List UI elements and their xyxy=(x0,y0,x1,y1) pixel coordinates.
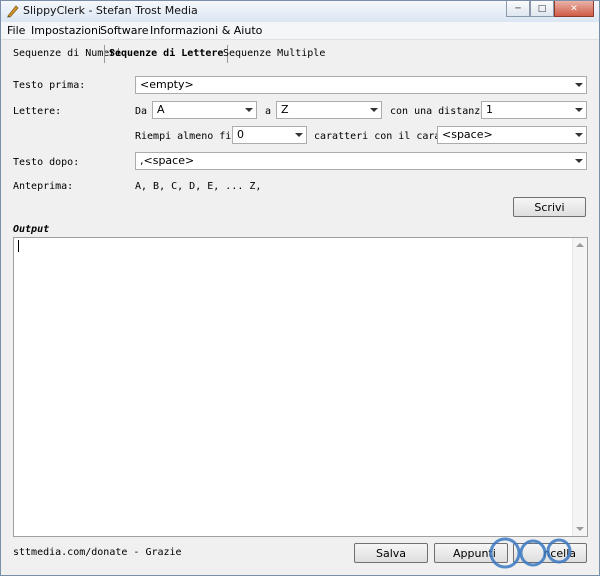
anteprima-value: A, B, C, D, E, ... Z, xyxy=(135,181,262,192)
chevron-down-icon xyxy=(370,108,378,112)
chevron-down-icon xyxy=(245,108,253,112)
carattere-select[interactable]: <space> xyxy=(437,126,587,144)
text-caret xyxy=(18,240,19,252)
app-window: SlippyClerk - Stefan Trost Media ─ □ ✕ F… xyxy=(0,0,600,576)
scroll-up-icon[interactable] xyxy=(576,243,584,247)
anteprima-label: Anteprima: xyxy=(13,181,74,192)
a-value: Z xyxy=(281,103,289,116)
tab-sequenze-multiple[interactable]: Sequenze Multiple xyxy=(219,45,329,63)
salva-button[interactable]: Salva xyxy=(354,543,428,563)
app-logo-icon xyxy=(7,5,19,18)
window-title: SlippyClerk - Stefan Trost Media xyxy=(23,4,198,17)
donate-text[interactable]: sttmedia.com/donate - Grazie xyxy=(13,547,182,558)
chevron-down-icon xyxy=(575,83,583,87)
watermark-graphic xyxy=(489,537,572,569)
output-textarea[interactable] xyxy=(13,237,588,537)
a-label: a xyxy=(265,106,272,117)
output-label: Output xyxy=(13,224,50,235)
tab-sequenze-lettere[interactable]: Sequenze di Lettere xyxy=(104,45,229,63)
distanza-select[interactable]: 1 xyxy=(481,101,587,119)
distanza-value: 1 xyxy=(486,103,493,116)
chevron-down-icon xyxy=(575,108,583,112)
testo-prima-value: <empty> xyxy=(140,78,194,91)
riempi-value: 0 xyxy=(237,128,244,141)
menu-informazioni-aiuto[interactable]: Informazioni & Aiuto xyxy=(150,24,262,37)
chevron-down-icon xyxy=(575,133,583,137)
close-button[interactable]: ✕ xyxy=(554,1,594,17)
minimize-button[interactable]: ─ xyxy=(506,1,530,17)
output-scrollbar[interactable] xyxy=(572,238,587,536)
da-value: A xyxy=(157,103,165,116)
testo-dopo-value: ,<space> xyxy=(140,154,195,167)
testo-prima-select[interactable]: <empty> xyxy=(135,76,587,94)
testo-prima-label: Testo prima: xyxy=(13,80,86,91)
chevron-down-icon xyxy=(575,159,583,163)
scrivi-button[interactable]: Scrivi xyxy=(513,197,586,217)
menu-file[interactable]: File xyxy=(7,24,25,37)
testo-dopo-label: Testo dopo: xyxy=(13,157,80,168)
da-select[interactable]: A xyxy=(152,101,257,119)
watermark-logo xyxy=(485,531,595,571)
a-select[interactable]: Z xyxy=(276,101,382,119)
da-label: Da xyxy=(135,106,148,117)
menu-impostazioni[interactable]: Impostazioni xyxy=(31,24,101,37)
menu-software[interactable]: Software xyxy=(100,24,149,37)
menu-bar: File Impostazioni Software Informazioni … xyxy=(1,22,599,40)
riempi-select[interactable]: 0 xyxy=(232,126,307,144)
chevron-down-icon xyxy=(295,133,303,137)
lettere-label: Lettere: xyxy=(13,106,62,117)
carattere-value: <space> xyxy=(442,128,493,141)
maximize-button[interactable]: □ xyxy=(530,1,554,17)
title-bar: SlippyClerk - Stefan Trost Media ─ □ ✕ xyxy=(1,1,599,22)
testo-dopo-select[interactable]: ,<space> xyxy=(135,152,587,170)
